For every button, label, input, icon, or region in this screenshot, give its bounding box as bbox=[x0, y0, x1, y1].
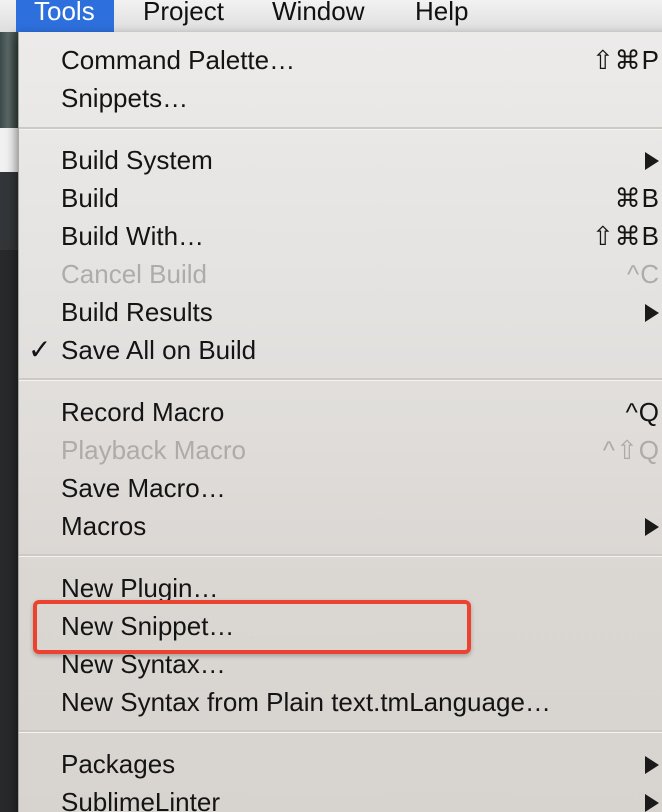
menu-item-label: Build Results bbox=[61, 297, 213, 327]
menu-item-packages[interactable]: Packages bbox=[19, 745, 662, 783]
submenu-arrow-icon bbox=[645, 518, 659, 536]
background-dark-strip bbox=[0, 172, 20, 250]
menu-item-snippets[interactable]: Snippets… bbox=[19, 79, 662, 117]
background-editor-strip bbox=[0, 250, 20, 812]
menu-item-record-macro[interactable]: Record Macro ^Q bbox=[19, 393, 662, 431]
annotation-highlight-box bbox=[33, 600, 471, 654]
background-image-strip bbox=[0, 32, 20, 128]
menu-item-cancel-build: Cancel Build ^C bbox=[19, 255, 662, 293]
menubar-project[interactable]: Project bbox=[143, 0, 224, 32]
menu-item-label: Save Macro… bbox=[61, 473, 226, 503]
menu-item-save-all-on-build[interactable]: ✓ Save All on Build bbox=[19, 331, 662, 369]
submenu-arrow-icon bbox=[645, 756, 659, 774]
menu-item-build[interactable]: Build ⌘B bbox=[19, 179, 662, 217]
menu-item-macros[interactable]: Macros bbox=[19, 507, 662, 545]
shortcut-label: ^Q bbox=[625, 397, 660, 427]
menu-item-label: SublimeLinter bbox=[61, 787, 220, 812]
menu-bar: Tools Project Window Help bbox=[0, 0, 662, 33]
menu-item-label: Build bbox=[61, 183, 119, 213]
submenu-arrow-icon bbox=[645, 152, 659, 170]
menu-item-label: Packages bbox=[61, 749, 176, 779]
menu-item-label: Command Palette… bbox=[61, 45, 296, 75]
menu-item-new-syntax-from-tmlanguage[interactable]: New Syntax from Plain text.tmLanguage… bbox=[19, 683, 662, 721]
shortcut-label: ^C bbox=[627, 259, 660, 289]
menu-item-label: Macros bbox=[61, 511, 147, 541]
menu-item-label: Build System bbox=[61, 145, 213, 175]
menu-item-label: Snippets… bbox=[61, 83, 189, 113]
background-app-window bbox=[0, 32, 20, 812]
menubar-window[interactable]: Window bbox=[272, 0, 364, 32]
menubar-help[interactable]: Help bbox=[415, 0, 468, 32]
menu-item-label: Build With… bbox=[61, 221, 205, 251]
menu-item-label: New Syntax from Plain text.tmLanguage… bbox=[61, 687, 551, 717]
menu-separator bbox=[19, 127, 662, 130]
menu-item-playback-macro: Playback Macro ^⇧Q bbox=[19, 431, 662, 469]
submenu-arrow-icon bbox=[645, 304, 659, 322]
menu-item-build-system[interactable]: Build System bbox=[19, 141, 662, 179]
menu-separator bbox=[19, 554, 662, 557]
shortcut-label: ⌘B bbox=[614, 183, 660, 213]
checkmark-icon: ✓ bbox=[28, 334, 52, 365]
menu-separator bbox=[19, 730, 662, 733]
menu-item-build-with[interactable]: Build With… ⇧⌘B bbox=[19, 217, 662, 255]
menu-item-label: Playback Macro bbox=[61, 435, 246, 465]
shortcut-label: ⇧⌘P bbox=[591, 45, 660, 75]
shortcut-label: ^⇧Q bbox=[602, 435, 660, 465]
submenu-arrow-icon bbox=[645, 794, 659, 812]
menu-separator bbox=[19, 378, 662, 381]
menu-item-label: Record Macro bbox=[61, 397, 225, 427]
menubar-tools[interactable]: Tools bbox=[16, 0, 114, 32]
menu-item-command-palette[interactable]: Command Palette… ⇧⌘P bbox=[19, 41, 662, 79]
menu-item-save-macro[interactable]: Save Macro… bbox=[19, 469, 662, 507]
tools-menu: Command Palette… ⇧⌘P Snippets… Build Sys… bbox=[18, 32, 662, 812]
menu-item-sublimelinter[interactable]: SublimeLinter bbox=[19, 783, 662, 812]
menu-item-label: Cancel Build bbox=[61, 259, 207, 289]
background-light-strip bbox=[0, 128, 20, 172]
menu-item-build-results[interactable]: Build Results bbox=[19, 293, 662, 331]
menu-item-label: Save All on Build bbox=[61, 335, 257, 365]
shortcut-label: ⇧⌘B bbox=[591, 221, 660, 251]
